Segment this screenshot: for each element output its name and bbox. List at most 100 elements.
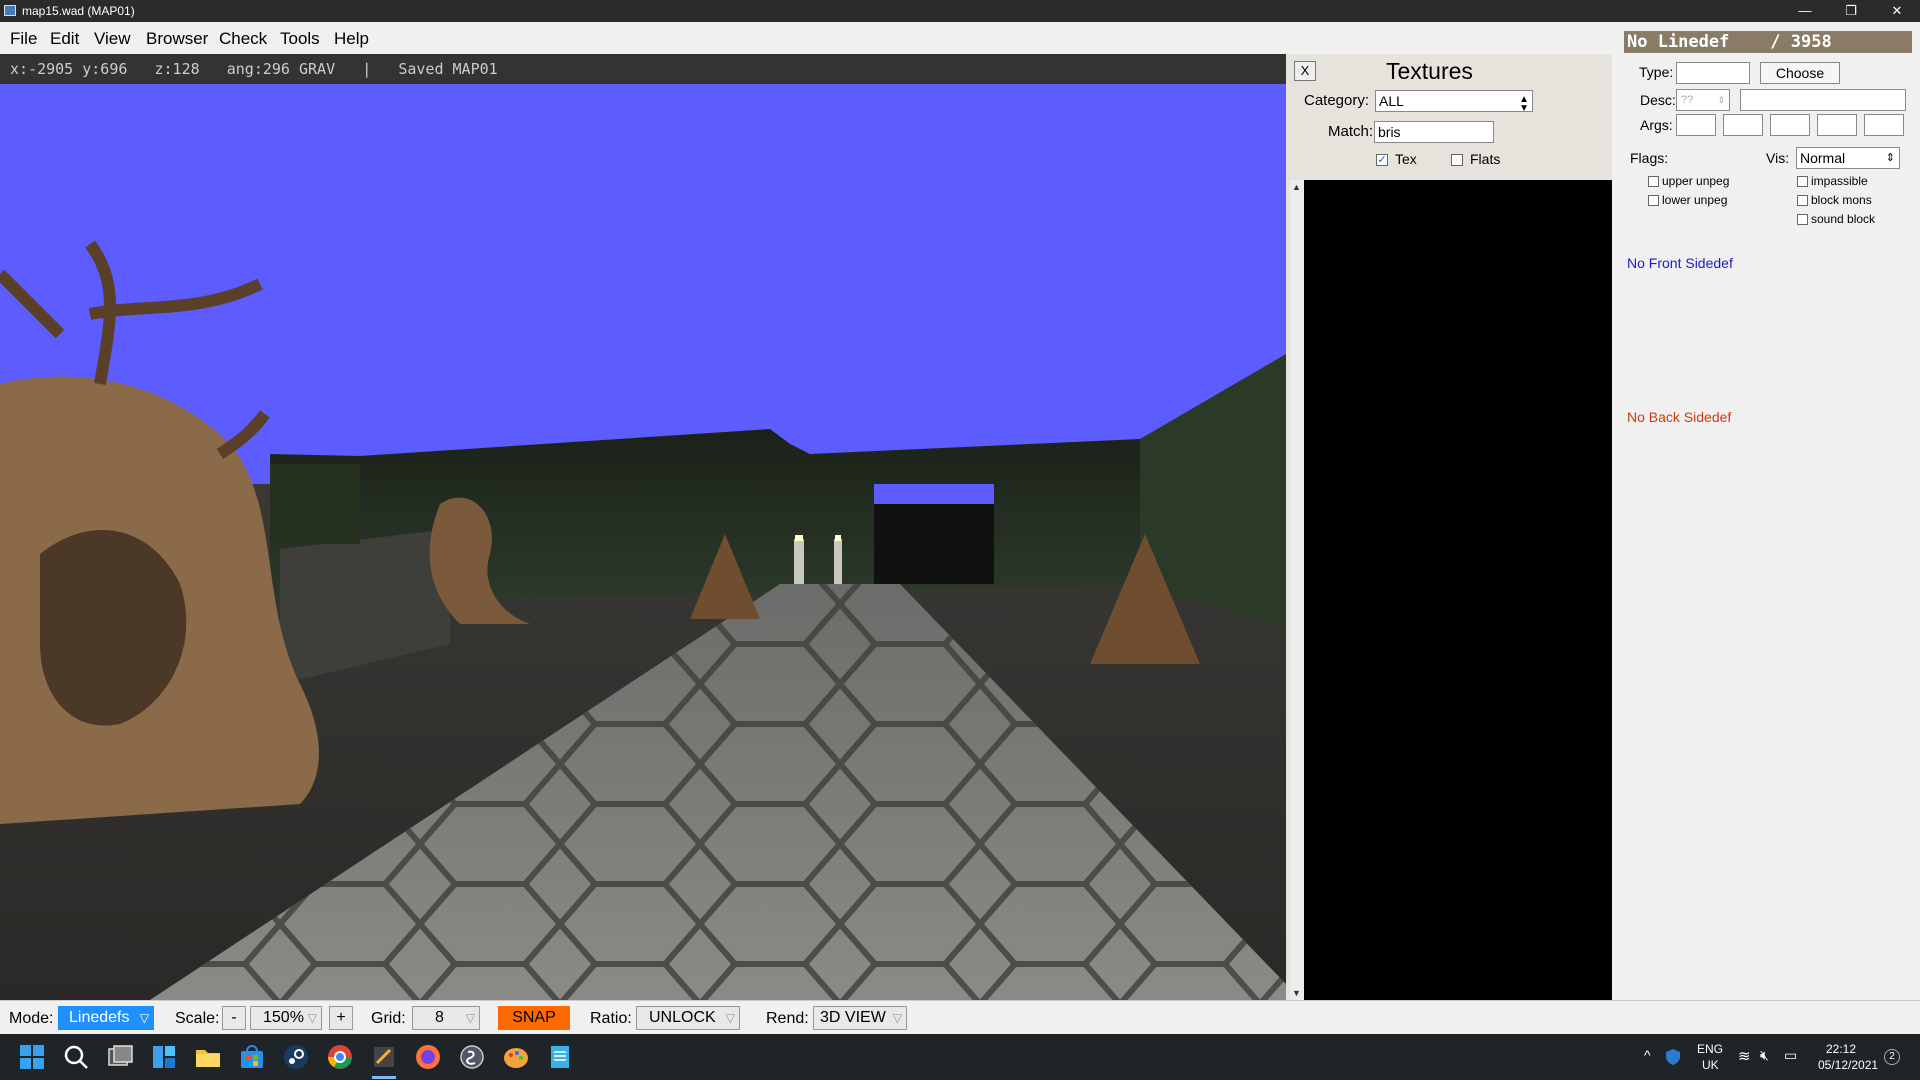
scroll-down-icon[interactable]: ▼	[1292, 988, 1301, 998]
file-explorer-icon[interactable]	[194, 1043, 222, 1071]
type-input[interactable]	[1676, 62, 1750, 84]
dropdown-icon: ▽	[139, 1011, 149, 1025]
desc-label: Desc:	[1640, 92, 1676, 108]
app-icon[interactable]	[458, 1043, 486, 1071]
menu-check[interactable]: Check	[219, 29, 267, 49]
scale-minus-button[interactable]: -	[222, 1006, 246, 1030]
spinner-arrows-icon: ⇕	[1717, 95, 1725, 105]
front-sidedef-label: No Front Sidedef	[1627, 255, 1733, 271]
textures-close-button[interactable]: X	[1294, 61, 1316, 81]
textures-scrollbar[interactable]: ▲ ▼	[1290, 180, 1305, 1000]
flag-lower-unpeg-label: lower unpeg	[1662, 193, 1728, 207]
tray-overflow-icon[interactable]: ^	[1644, 1047, 1651, 1063]
flag-sound-block-label: sound block	[1811, 212, 1876, 226]
arg1-input[interactable]	[1676, 114, 1716, 136]
texture-browser-area[interactable]	[1304, 180, 1612, 1000]
flag-impassible-checkbox[interactable]	[1797, 176, 1808, 187]
start-icon[interactable]	[18, 1043, 46, 1071]
grid-label: Grid:	[371, 1010, 406, 1027]
vis-select[interactable]: Normal ⇕	[1796, 147, 1900, 169]
status-line: x:-2905 y:696 z:128 ang:296 GRAV | Saved…	[0, 54, 1286, 84]
clock-date[interactable]: 05/12/2021	[1818, 1058, 1878, 1072]
menu-browser[interactable]: Browser	[146, 29, 208, 49]
language-bottom[interactable]: UK	[1702, 1058, 1719, 1072]
task-view-icon[interactable]	[106, 1043, 134, 1071]
flag-upper-unpeg-label: upper unpeg	[1662, 174, 1730, 188]
chrome-icon[interactable]	[326, 1043, 354, 1071]
dropdown-icon: ▽	[892, 1011, 902, 1025]
3d-viewport[interactable]	[0, 84, 1286, 1000]
widgets-icon[interactable]	[150, 1043, 178, 1071]
menu-file[interactable]: File	[10, 29, 37, 49]
category-select[interactable]: ALL ▲ ▼	[1375, 90, 1533, 114]
lamp-left	[794, 539, 804, 589]
flag-lower-unpeg-checkbox[interactable]	[1648, 195, 1659, 206]
desc-input[interactable]	[1740, 89, 1906, 111]
3d-scene	[0, 84, 1286, 1000]
match-input[interactable]: bris	[1374, 121, 1494, 143]
bottom-toolbar: Mode: Linedefs ▽ Scale: - 150% ▽ + Grid:…	[0, 1000, 1920, 1035]
dropdown-icon: ▽	[307, 1011, 317, 1025]
app-icon	[4, 5, 16, 16]
minimize-button[interactable]: —	[1782, 0, 1828, 22]
scale-select[interactable]: 150% ▽	[250, 1006, 322, 1030]
arg2-input[interactable]	[1723, 114, 1763, 136]
tex-checkbox[interactable]: ✓	[1376, 154, 1388, 166]
arg5-input[interactable]	[1864, 114, 1904, 136]
menu-edit[interactable]: Edit	[50, 29, 79, 49]
linedef-header: No Linedef / 3958	[1624, 31, 1912, 53]
firefox-icon[interactable]	[414, 1043, 442, 1071]
wifi-icon[interactable]: ≋	[1738, 1047, 1751, 1065]
grid-select[interactable]: 8 ▽	[412, 1006, 480, 1030]
clock-time[interactable]: 22:12	[1826, 1042, 1856, 1056]
steam-icon[interactable]	[282, 1043, 310, 1071]
desc-spinner[interactable]: ?? ⇕	[1676, 89, 1730, 111]
scale-label: Scale:	[175, 1010, 220, 1027]
security-icon[interactable]	[1664, 1048, 1682, 1066]
arg3-input[interactable]	[1770, 114, 1810, 136]
dropdown-arrows-icon: ⇕	[1885, 152, 1895, 164]
volume-muted-icon[interactable]: 🔇︎	[1760, 1047, 1769, 1064]
store-icon[interactable]	[238, 1043, 266, 1071]
match-label: Match:	[1328, 123, 1374, 140]
close-button[interactable]: ✕	[1874, 0, 1920, 22]
rend-select[interactable]: 3D VIEW ▽	[813, 1006, 907, 1030]
menu-bar: File Edit View Browser Check Tools Help	[0, 22, 1603, 55]
linedef-panel: No Linedef / 3958 Type: Choose Desc: ?? …	[1612, 22, 1920, 1000]
ratio-select[interactable]: UNLOCK ▽	[636, 1006, 740, 1030]
vis-label: Vis:	[1766, 150, 1790, 166]
arg4-input[interactable]	[1817, 114, 1857, 136]
flag-sound-block-checkbox[interactable]	[1797, 214, 1808, 225]
flag-impassible-label: impassible	[1811, 174, 1868, 188]
menu-tools[interactable]: Tools	[280, 29, 320, 49]
choose-button[interactable]: Choose	[1760, 62, 1840, 84]
scale-plus-button[interactable]: +	[329, 1006, 353, 1030]
paint-icon[interactable]	[502, 1043, 530, 1071]
flag-block-mons-checkbox[interactable]	[1797, 195, 1808, 206]
flag-block-mons-label: block mons	[1811, 193, 1872, 207]
notification-badge[interactable]: 2	[1884, 1049, 1900, 1065]
menu-help[interactable]: Help	[334, 29, 369, 49]
doorway	[874, 484, 994, 504]
mode-select[interactable]: Linedefs ▽	[58, 1006, 154, 1030]
mode-label: Mode:	[9, 1010, 54, 1027]
args-label: Args:	[1640, 117, 1673, 133]
title-bar: map15.wad (MAP01) — ❐ ✕	[0, 0, 1920, 22]
type-label: Type:	[1639, 64, 1674, 80]
rend-label: Rend:	[766, 1010, 809, 1027]
category-label: Category:	[1304, 92, 1370, 109]
flats-checkbox[interactable]	[1451, 154, 1463, 166]
battery-icon[interactable]: ▭	[1784, 1047, 1797, 1064]
flag-upper-unpeg-checkbox[interactable]	[1648, 176, 1659, 187]
active-indicator	[372, 1076, 396, 1079]
search-icon[interactable]	[62, 1043, 90, 1071]
restore-button[interactable]: ❐	[1828, 0, 1874, 22]
language-top[interactable]: ENG	[1697, 1042, 1723, 1056]
notepad-icon[interactable]	[546, 1043, 574, 1071]
snap-button[interactable]: SNAP	[498, 1006, 570, 1030]
window-title: map15.wad (MAP01)	[22, 4, 135, 18]
ratio-label: Ratio:	[590, 1010, 632, 1027]
eureka-icon[interactable]	[370, 1043, 398, 1071]
scroll-up-icon[interactable]: ▲	[1292, 182, 1301, 192]
menu-view[interactable]: View	[94, 29, 131, 49]
